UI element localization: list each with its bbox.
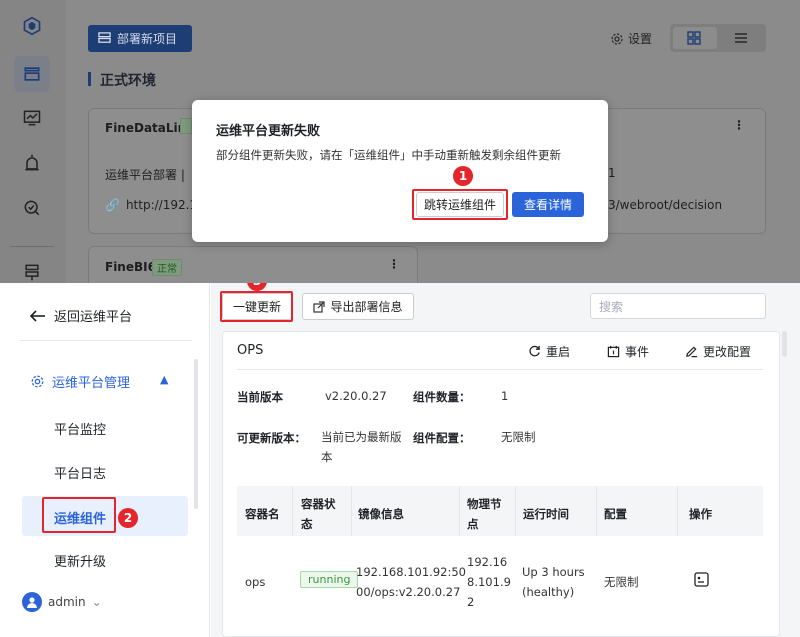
project-name: FineBI6 xyxy=(105,260,156,274)
sidebar-item-upgrade[interactable]: 更新升级 xyxy=(54,551,106,570)
dashboard-icon[interactable] xyxy=(14,56,50,92)
arrow-left-icon xyxy=(30,309,45,322)
avatar xyxy=(22,592,42,612)
deploy-type: 运维平台部署 | xyxy=(105,168,185,182)
update-failed-dialog: 运维平台更新失败 部分组件更新失败，请在「运维组件」中手动重新触发剩余组件更新 … xyxy=(192,100,608,242)
settings-button[interactable]: 设置 xyxy=(610,30,652,47)
annotation-badge: 1 xyxy=(453,166,473,186)
component-title: OPS xyxy=(237,343,264,358)
list-view-icon[interactable] xyxy=(734,31,748,45)
export-label: 导出部署信息 xyxy=(330,300,403,314)
alarm-icon[interactable] xyxy=(14,145,50,181)
th-container-name: 容器名 xyxy=(245,507,280,521)
card-url-tail: 3/webroot/decision xyxy=(608,198,723,212)
sidebar-group-ops-management[interactable]: 运维平台管理 xyxy=(30,372,130,391)
cell-image-info-cont: 00/ops:v2.20.0.27 xyxy=(356,585,461,599)
panel-scrollbar[interactable] xyxy=(782,331,787,357)
th-physical-node-cont: 点 xyxy=(467,517,479,531)
dimmed-dashboard: 部署新项目 正式环境 设置 FineDataLink ⋮ 运维平台部署 | 🔗 … xyxy=(0,0,800,283)
th-config: 配置 xyxy=(604,507,627,521)
component-config-value: 无限制 xyxy=(501,430,536,444)
annotation-box xyxy=(42,497,116,533)
logo-icon xyxy=(14,8,50,44)
dialog-title: 运维平台更新失败 xyxy=(216,124,321,139)
th-container-status-cont: 态 xyxy=(301,517,313,531)
current-version-label: 当前版本 xyxy=(237,390,283,404)
th-physical-node: 物理节 xyxy=(467,497,502,511)
more-icon[interactable]: ⋮ xyxy=(733,118,745,132)
view-details-button[interactable]: 查看详情 xyxy=(512,192,584,217)
icon-rail xyxy=(0,0,66,283)
edit-icon xyxy=(686,346,698,358)
search-input[interactable]: 搜索 xyxy=(590,293,766,319)
calendar-icon xyxy=(607,345,620,358)
th-uptime: 运行时间 xyxy=(523,507,569,521)
cell-physical-node-cont2: 2 xyxy=(467,595,475,609)
section-title: 正式环境 xyxy=(88,70,156,90)
sidebar: 返回运维平台 运维平台管理 ▲ 平台监控 平台日志 运维组件 更新升级 2 ad… xyxy=(0,283,210,637)
view-toggle xyxy=(670,24,766,52)
sidebar-item-monitor[interactable]: 平台监控 xyxy=(54,419,106,438)
component-count-label: 组件数量： xyxy=(413,390,471,404)
component-count-value: 1 xyxy=(501,389,509,403)
updatable-version-value-cont: 本 xyxy=(321,450,333,464)
th-operations: 操作 xyxy=(689,507,712,521)
terminal-icon[interactable] xyxy=(694,572,709,587)
updatable-version-value: 当前已为最新版 xyxy=(321,430,402,444)
card-value: 1 xyxy=(608,166,616,180)
updatable-version-label: 可更新版本： xyxy=(237,431,306,445)
deploy-icon xyxy=(98,32,111,43)
gear-icon xyxy=(31,375,44,388)
cell-container-name: ops xyxy=(245,575,266,589)
ops-icon[interactable] xyxy=(14,254,50,283)
security-icon[interactable] xyxy=(14,190,50,226)
settings-label: 设置 xyxy=(628,32,653,46)
export-icon xyxy=(313,300,326,313)
dialog-message: 部分组件更新失败，请在「运维组件」中手动重新触发剩余组件更新 xyxy=(216,148,561,162)
user-menu[interactable]: admin ⌄ xyxy=(22,592,102,612)
link-icon: 🔗 xyxy=(105,198,120,212)
sidebar-item-logs[interactable]: 平台日志 xyxy=(54,463,106,482)
monitor-icon[interactable] xyxy=(14,100,50,136)
deploy-button-label: 部署新项目 xyxy=(117,32,178,46)
ops-component-page: 返回运维平台 运维平台管理 ▲ 平台监控 平台日志 运维组件 更新升级 2 ad… xyxy=(0,283,800,637)
annotation-box xyxy=(412,189,508,220)
cell-uptime: Up 3 hours xyxy=(522,565,585,579)
annotation-box xyxy=(220,291,293,322)
sidebar-scrollbar[interactable] xyxy=(194,359,198,509)
deploy-new-project-button[interactable]: 部署新项目 xyxy=(88,25,192,52)
th-image-info: 镜像信息 xyxy=(358,507,404,521)
cell-physical-node: 192.16 xyxy=(467,555,508,569)
restart-icon xyxy=(529,345,540,357)
restart-button[interactable]: 重启 xyxy=(528,343,570,360)
chevron-up-icon[interactable]: ▲ xyxy=(160,373,168,386)
annotation-badge: 2 xyxy=(118,508,138,528)
status-badge: running xyxy=(300,571,359,588)
cell-config: 无限制 xyxy=(604,575,639,589)
grid-view-icon[interactable] xyxy=(687,31,701,45)
component-config-label: 组件配置： xyxy=(413,431,471,445)
th-container-status: 容器状 xyxy=(301,497,336,511)
cell-physical-node-cont: 8.101.9 xyxy=(467,575,511,589)
gear-icon xyxy=(611,32,623,45)
project-url[interactable]: 🔗 http://192.16 xyxy=(105,198,205,212)
edit-config-button[interactable]: 更改配置 xyxy=(685,343,751,360)
export-deploy-info-button[interactable]: 导出部署信息 xyxy=(302,293,414,320)
back-link[interactable]: 返回运维平台 xyxy=(30,306,132,325)
more-icon[interactable]: ⋮ xyxy=(388,257,400,271)
status-badge: 正常 xyxy=(152,259,182,276)
events-button[interactable]: 事件 xyxy=(607,343,649,360)
cell-image-info: 192.168.101.92:50 xyxy=(356,565,466,579)
chevron-down-icon: ⌄ xyxy=(91,595,102,609)
cell-uptime-cont: (healthy) xyxy=(522,585,575,599)
back-label: 返回运维平台 xyxy=(54,310,133,325)
current-version-value: v2.20.0.27 xyxy=(325,389,387,403)
group-label: 运维平台管理 xyxy=(52,376,131,391)
username: admin xyxy=(48,595,86,609)
